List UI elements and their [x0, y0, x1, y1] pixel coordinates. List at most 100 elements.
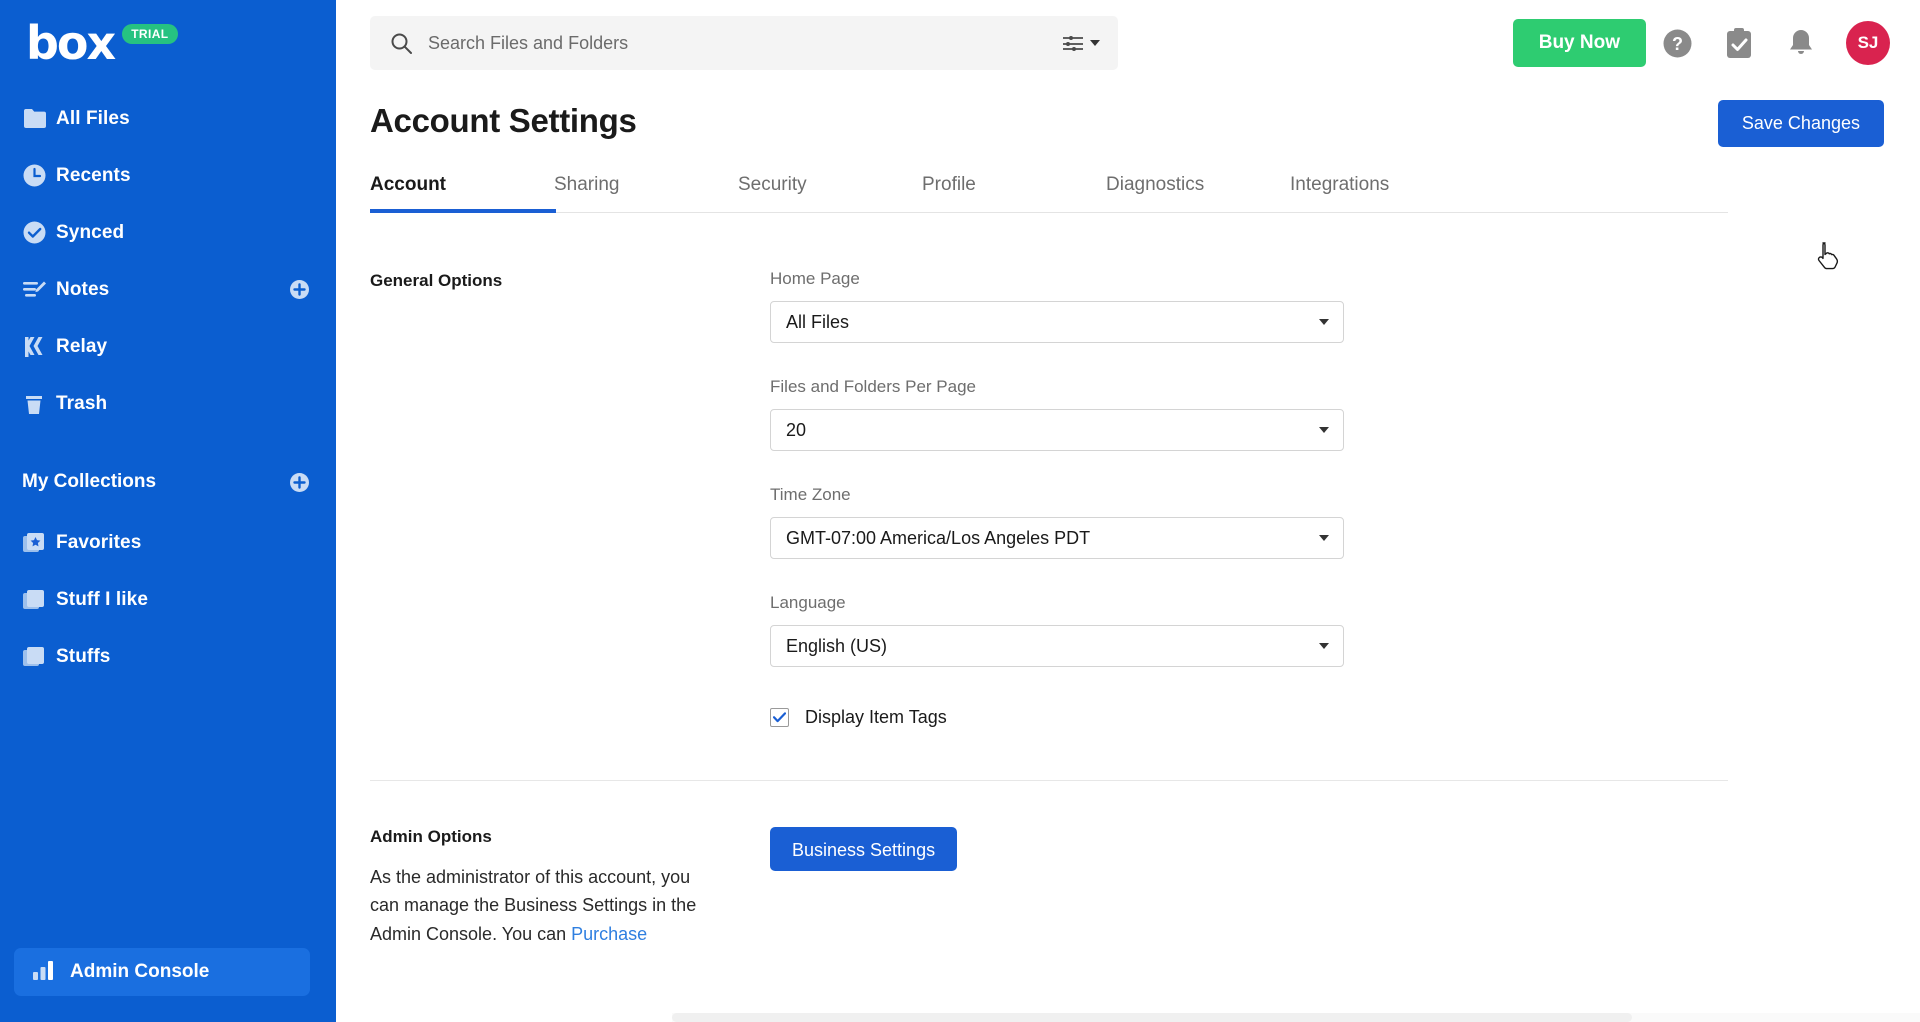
main-area: Buy Now ? SJ	[336, 0, 1920, 1022]
chevron-down-icon	[1319, 319, 1329, 325]
sidebar-item-stuffs[interactable]: Stuffs	[0, 628, 336, 685]
folder-icon	[22, 106, 56, 132]
check-circle-icon	[22, 220, 56, 246]
general-options-label: General Options	[370, 271, 503, 290]
settings-tabs: Account Sharing Security Profile Diagnos…	[370, 174, 1728, 213]
chevron-down-icon	[1319, 643, 1329, 649]
admin-options-description: As the administrator of this account, yo…	[370, 863, 718, 948]
add-note-button[interactable]	[289, 279, 310, 300]
home-page-label: Home Page	[770, 269, 860, 288]
sidebar-item-all-files[interactable]: All Files	[0, 90, 336, 147]
clock-icon	[22, 163, 56, 189]
sidebar-item-label: Stuffs	[56, 645, 111, 667]
per-page-value: 20	[786, 419, 807, 440]
admin-options-section: Admin Options As the administrator of th…	[370, 781, 1920, 948]
time-zone-label: Time Zone	[770, 485, 851, 504]
tab-diagnostics[interactable]: Diagnostics	[1106, 174, 1290, 212]
horizontal-scrollbar[interactable]	[672, 1013, 1920, 1022]
sidebar-item-label: Stuff I like	[56, 588, 148, 610]
sidebar-nav: All Files Recents Synced Notes Relay Tra…	[0, 90, 336, 432]
tab-integrations[interactable]: Integrations	[1290, 174, 1474, 212]
sidebar-item-label: Notes	[56, 278, 110, 300]
general-options-section: General Options Home Page All Files File…	[370, 213, 1920, 728]
tab-security[interactable]: Security	[738, 174, 922, 212]
sidebar-item-label: Favorites	[56, 531, 142, 553]
display-item-tags-label[interactable]: Display Item Tags	[805, 707, 947, 728]
topbar: Buy Now ? SJ	[336, 0, 1920, 86]
per-page-label: Files and Folders Per Page	[770, 377, 976, 396]
notes-icon	[22, 277, 56, 303]
bar-chart-icon	[32, 960, 54, 985]
tab-sharing[interactable]: Sharing	[554, 174, 738, 212]
add-collection-button[interactable]	[289, 472, 310, 493]
svg-text:?: ?	[1672, 34, 1683, 54]
sidebar-item-stuff-i-like[interactable]: Stuff I like	[0, 571, 336, 628]
topbar-actions: Buy Now ? SJ	[1512, 13, 1890, 73]
chevron-down-icon	[1319, 535, 1329, 541]
chevron-down-icon	[1090, 40, 1100, 46]
collections-nav: Favorites Stuff I like Stuffs	[0, 514, 336, 685]
sliders-icon	[1063, 36, 1083, 51]
search-bar[interactable]	[370, 16, 1118, 70]
language-field: Language English (US)	[770, 593, 1920, 667]
home-page-field: Home Page All Files	[770, 269, 1920, 343]
favorites-star-icon	[22, 530, 56, 556]
tab-account[interactable]: Account	[370, 174, 556, 213]
sidebar-item-favorites[interactable]: Favorites	[0, 514, 336, 571]
display-item-tags-checkbox[interactable]	[770, 708, 789, 727]
my-collections-title: My Collections	[22, 471, 157, 492]
time-zone-field: Time Zone GMT-07:00 America/Los Angeles …	[770, 485, 1920, 559]
my-collections-header: My Collections	[0, 454, 336, 510]
sidebar-item-recents[interactable]: Recents	[0, 147, 336, 204]
collection-icon	[22, 644, 56, 670]
bell-icon[interactable]	[1770, 13, 1832, 73]
language-select[interactable]: English (US)	[770, 625, 1344, 667]
app-root: box TRIAL All Files Recents Synced Notes…	[0, 0, 1920, 1022]
admin-description-text: As the administrator of this account, yo…	[370, 867, 697, 944]
sidebar-item-label: Trash	[56, 392, 108, 414]
help-circle-icon[interactable]: ?	[1646, 13, 1708, 73]
general-options-fields: Home Page All Files Files and Folders Pe…	[770, 269, 1920, 728]
search-filter-button[interactable]	[1063, 35, 1100, 51]
sidebar-item-label: Recents	[56, 164, 131, 186]
language-label: Language	[770, 593, 846, 612]
admin-console-button[interactable]: Admin Console	[14, 948, 310, 996]
buy-now-button[interactable]: Buy Now	[1512, 19, 1646, 67]
sidebar: box TRIAL All Files Recents Synced Notes…	[0, 0, 336, 1022]
trial-badge: TRIAL	[122, 24, 178, 44]
business-settings-button[interactable]: Business Settings	[770, 827, 958, 871]
page-header: Account Settings Save Changes	[336, 86, 1920, 270]
sidebar-item-label: Synced	[56, 221, 125, 243]
per-page-select[interactable]: 20	[770, 409, 1344, 451]
purchase-link[interactable]: Purchase	[571, 924, 647, 944]
checkmark-icon	[773, 712, 786, 723]
relay-icon	[22, 334, 56, 360]
settings-content: General Options Home Page All Files File…	[336, 213, 1920, 948]
admin-options-title: Admin Options	[370, 827, 492, 846]
home-page-value: All Files	[786, 311, 850, 332]
brand-logo[interactable]: box TRIAL	[0, 0, 336, 86]
admin-console-label: Admin Console	[70, 961, 210, 982]
save-changes-button[interactable]: Save Changes	[1717, 100, 1884, 147]
tab-profile[interactable]: Profile	[922, 174, 1106, 212]
sidebar-item-trash[interactable]: Trash	[0, 375, 336, 432]
sidebar-item-relay[interactable]: Relay	[0, 318, 336, 375]
search-input[interactable]	[428, 32, 1063, 54]
home-page-select[interactable]: All Files	[770, 301, 1344, 343]
avatar[interactable]: SJ	[1846, 21, 1890, 65]
page-title: Account Settings	[370, 102, 637, 139]
box-wordmark: box	[26, 16, 116, 70]
scrollbar-thumb[interactable]	[672, 1013, 1632, 1022]
search-icon	[390, 32, 414, 54]
sidebar-item-synced[interactable]: Synced	[0, 204, 336, 261]
sidebar-item-notes[interactable]: Notes	[0, 261, 336, 318]
per-page-field: Files and Folders Per Page 20	[770, 377, 1920, 451]
language-value: English (US)	[786, 635, 888, 656]
trash-icon	[22, 391, 56, 417]
collection-icon	[22, 587, 56, 613]
sidebar-item-label: Relay	[56, 335, 108, 357]
time-zone-select[interactable]: GMT-07:00 America/Los Angeles PDT	[770, 517, 1344, 559]
time-zone-value: GMT-07:00 America/Los Angeles PDT	[786, 527, 1091, 548]
chevron-down-icon	[1319, 427, 1329, 433]
clipboard-check-icon[interactable]	[1708, 13, 1770, 73]
